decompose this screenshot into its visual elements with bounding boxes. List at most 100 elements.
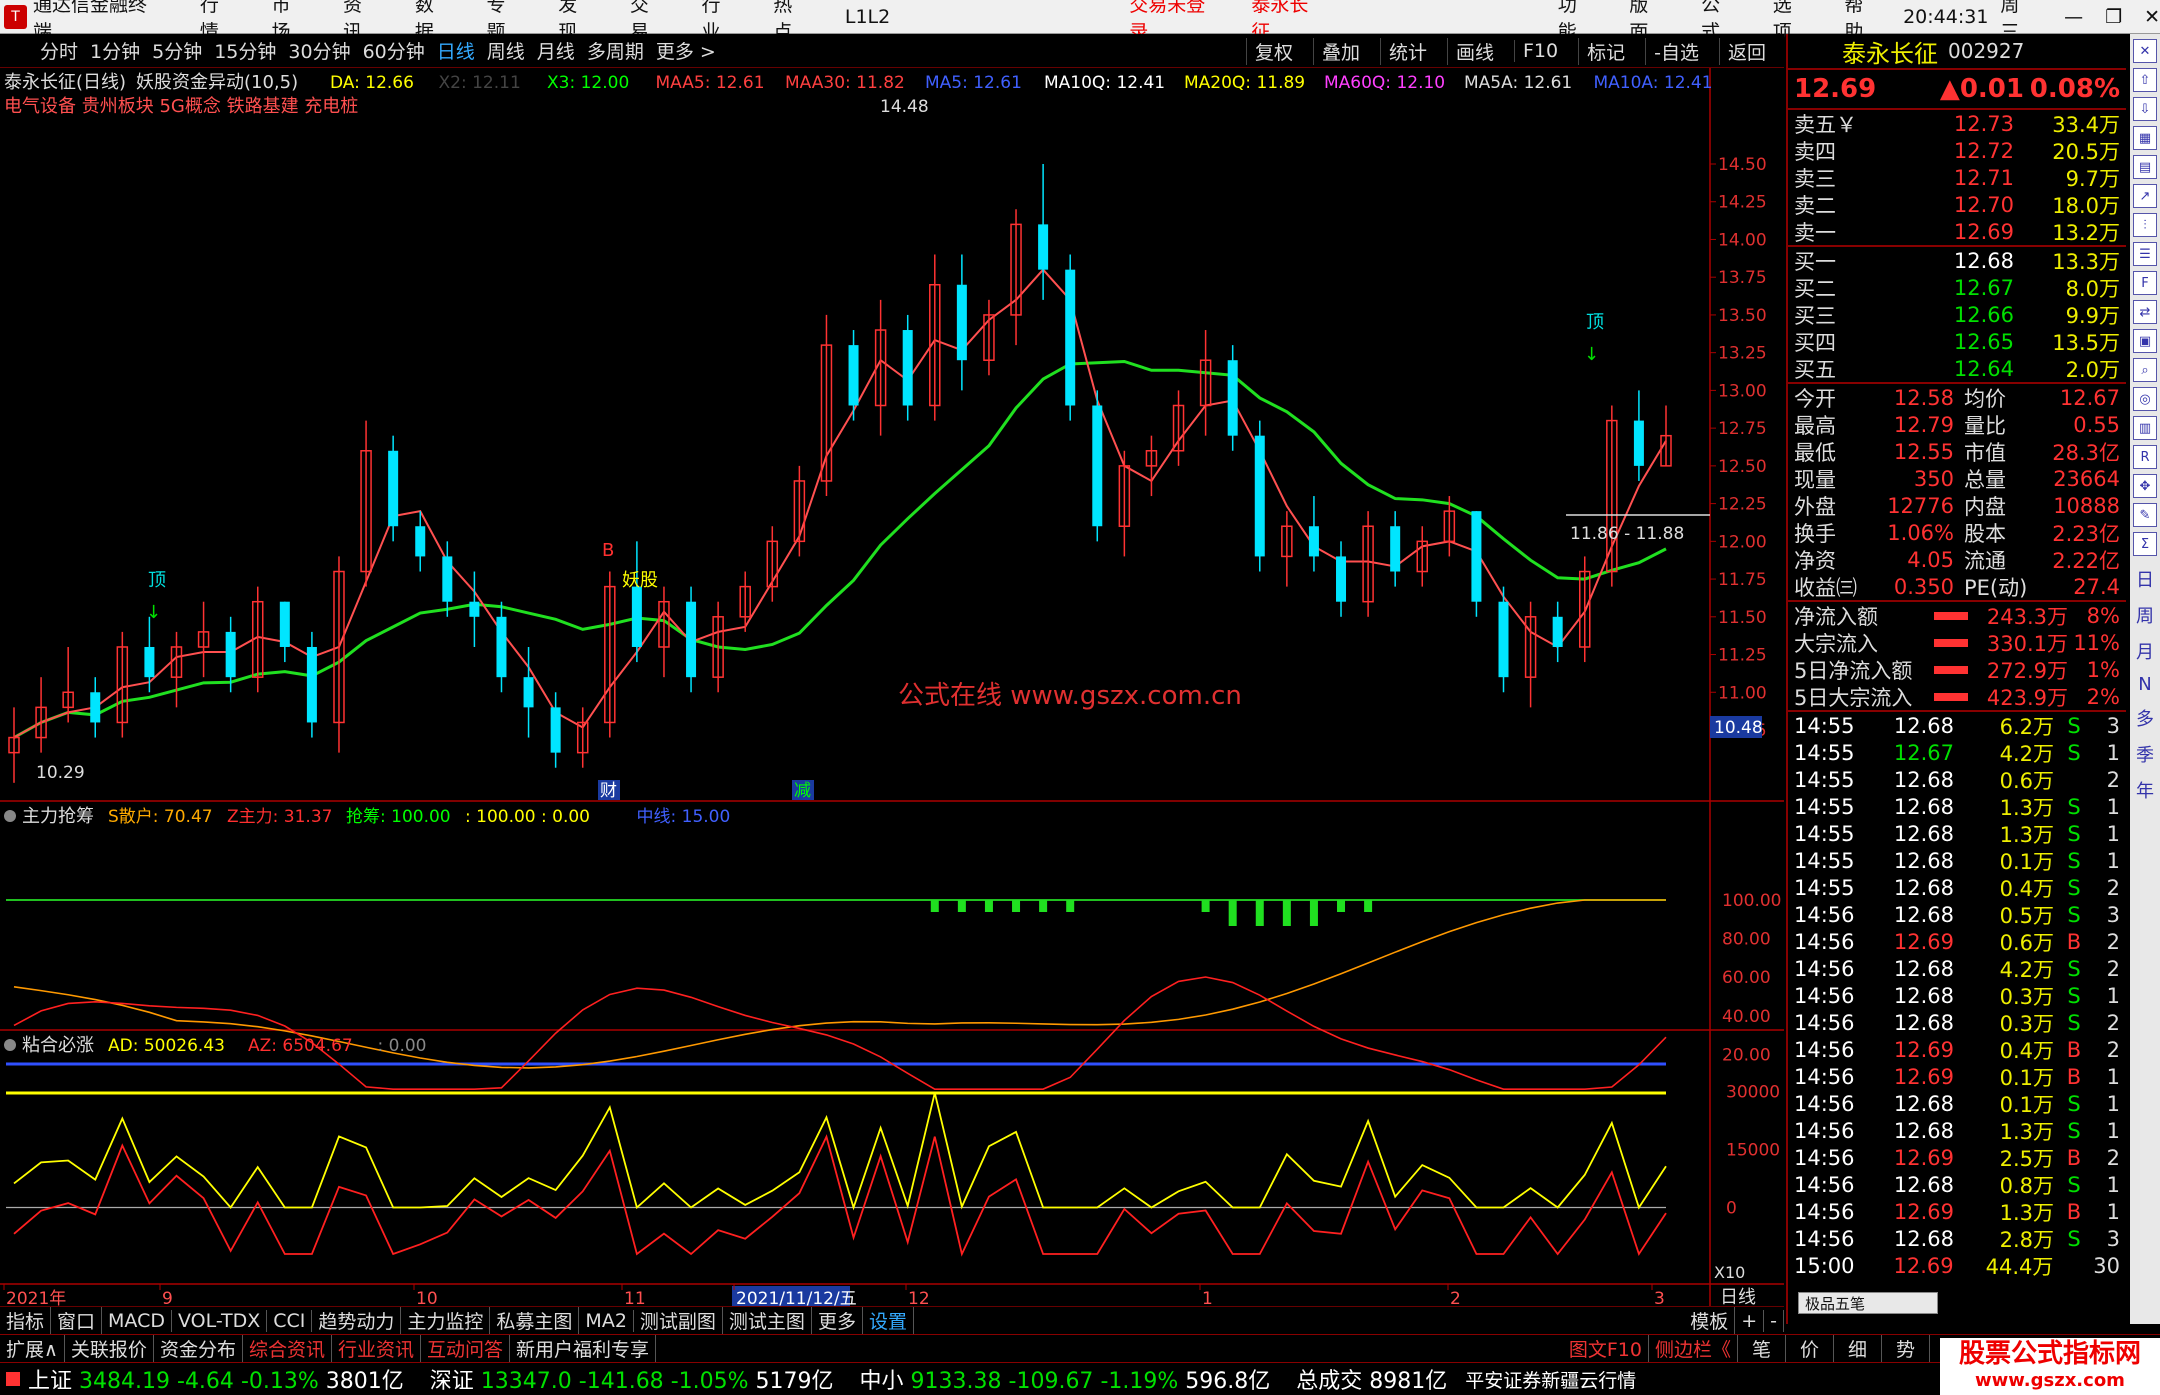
tool-button[interactable]: 画线 [1446, 37, 1502, 65]
tool-button[interactable]: 标记 [1578, 37, 1633, 65]
candle[interactable] [35, 677, 47, 753]
candle[interactable] [631, 541, 642, 663]
candle[interactable] [1362, 511, 1374, 617]
info-tab[interactable]: 新用户福利专享 [510, 1335, 657, 1362]
panel-switch[interactable]: 笔 [1738, 1335, 1786, 1362]
candle[interactable] [1227, 345, 1238, 451]
ime-popup[interactable]: 极品五笔 [1798, 1292, 1938, 1314]
candle[interactable] [415, 511, 426, 572]
period-tab-daily[interactable]: 日线 [437, 37, 475, 64]
period-side-month[interactable]: 月 [2130, 638, 2160, 664]
pen-icon[interactable]: ✎ [2133, 503, 2157, 527]
period-tab[interactable]: 60分钟 [363, 37, 425, 64]
indicator-tab[interactable]: 趋势动力 [312, 1307, 402, 1334]
indicator-tab[interactable]: 设置 [863, 1307, 914, 1334]
period-side-n[interactable]: N [2130, 674, 2160, 695]
candle[interactable] [523, 646, 534, 738]
candle[interactable] [116, 631, 129, 738]
tool-button[interactable]: 统计 [1379, 37, 1435, 65]
candle[interactable] [1038, 164, 1049, 300]
bar-icon[interactable]: ▥ [2133, 416, 2157, 440]
period-tab[interactable]: 30分钟 [288, 37, 350, 64]
arrow-up-icon[interactable]: ⇧ [2133, 68, 2157, 92]
candle[interactable] [144, 616, 155, 693]
candle[interactable] [1416, 526, 1429, 587]
info-tab[interactable]: 扩展∧ [0, 1335, 65, 1362]
candle[interactable] [90, 677, 101, 738]
candle[interactable] [956, 254, 967, 391]
compare-icon[interactable]: ⇄ [2133, 300, 2157, 324]
candle[interactable] [576, 707, 589, 768]
candle[interactable] [1172, 390, 1185, 466]
main-indicator-name[interactable]: 妖股资金异动(10,5) [136, 72, 298, 93]
formula-icon[interactable]: Σ [2133, 532, 2157, 556]
template-button[interactable]: 模板 [1684, 1307, 1736, 1334]
candle[interactable] [197, 601, 210, 678]
candle[interactable] [686, 586, 697, 693]
candle[interactable] [1092, 390, 1103, 542]
period-side-day[interactable]: 日 [2130, 566, 2160, 592]
candle[interactable] [170, 631, 183, 708]
candle[interactable] [1552, 601, 1563, 663]
info-tab[interactable]: 互动问答 [421, 1335, 510, 1362]
candle[interactable] [360, 420, 372, 587]
candlesticks[interactable] [8, 164, 1672, 783]
candle[interactable] [604, 571, 616, 738]
indicator-tab[interactable]: 窗口 [51, 1307, 103, 1334]
candle[interactable] [1118, 450, 1131, 557]
indicator-tab[interactable]: 指标 [0, 1307, 52, 1334]
ind2-settings-icon[interactable] [4, 1039, 16, 1051]
ind1-settings-icon[interactable] [4, 810, 16, 822]
info-tab[interactable]: 资金分布 [154, 1335, 243, 1362]
candle[interactable] [848, 330, 859, 421]
move-icon[interactable]: ✥ [2133, 474, 2157, 498]
ind1-title[interactable]: 主力抢筹 [22, 806, 94, 827]
candle[interactable] [1471, 511, 1482, 617]
template-button[interactable]: - [1764, 1309, 1784, 1332]
candle[interactable] [550, 692, 561, 768]
indicator-tab[interactable]: 主力监控 [401, 1307, 491, 1334]
arrow-down-icon[interactable]: ⇩ [2133, 97, 2157, 121]
gauge-icon[interactable]: ◎ [2133, 387, 2157, 411]
restore-icon[interactable]: ❐ [2105, 6, 2122, 28]
indicator-tab[interactable]: 测试副图 [634, 1307, 723, 1334]
layout-icon[interactable]: ▣ [2133, 329, 2157, 353]
close-icon[interactable]: ✕ [2144, 6, 2160, 28]
grid-icon[interactable]: ▤ [2133, 155, 2157, 179]
candle[interactable] [1336, 541, 1347, 617]
candle[interactable] [1199, 330, 1212, 436]
info-tab[interactable]: 关联报价 [65, 1335, 154, 1362]
trend-icon[interactable]: ↗ [2133, 184, 2157, 208]
finance-marker[interactable]: 财 [600, 781, 617, 801]
info-tab[interactable]: 综合资讯 [243, 1335, 332, 1362]
candle-icon[interactable]: ⫶ [2133, 213, 2157, 237]
period-tab[interactable]: 多周期 [587, 37, 644, 64]
kline-chart[interactable]: 泰永长征(日线) 妖股资金异动(10,5) DA: 12.66 X2: 12.11… [0, 68, 1784, 1309]
tool-button[interactable]: 复权 [1245, 37, 1301, 65]
candle[interactable] [1308, 496, 1319, 572]
indicator-tab[interactable]: CCI [267, 1309, 313, 1332]
minimize-icon[interactable]: — [2064, 6, 2083, 28]
close-panel-icon[interactable]: ✕ [2133, 39, 2157, 63]
period-tab[interactable]: 1分钟 [90, 37, 140, 64]
period-tab[interactable]: 分时 [40, 37, 78, 64]
period-side-week[interactable]: 周 [2130, 602, 2160, 628]
table-icon[interactable]: ☰ [2133, 242, 2157, 266]
index-item[interactable]: 深证 13347.0 -141.68 -1.05% 5179亿 [430, 1363, 834, 1395]
candle[interactable] [442, 541, 453, 617]
chart-icon[interactable]: ▦ [2133, 126, 2157, 150]
candle[interactable] [1498, 586, 1509, 693]
info-tab[interactable]: 行业资讯 [332, 1335, 421, 1362]
index-item[interactable]: 上证 3484.19 -4.64 -0.13% 3801亿 [28, 1363, 404, 1395]
period-tab[interactable]: 5分钟 [152, 37, 202, 64]
indicator-tab[interactable]: 测试主图 [723, 1307, 812, 1334]
panel-switch[interactable]: 侧边栏《 [1649, 1335, 1738, 1362]
candle[interactable] [279, 601, 290, 663]
indicator-tab[interactable]: VOL-TDX [172, 1309, 268, 1332]
candle[interactable] [1010, 209, 1022, 346]
candle[interactable] [1660, 405, 1672, 467]
period-tab[interactable]: 月线 [537, 37, 575, 64]
indicator-tab[interactable]: MACD [102, 1309, 172, 1332]
tool-button[interactable]: -自选 [1645, 37, 1707, 65]
candle[interactable] [8, 707, 20, 783]
